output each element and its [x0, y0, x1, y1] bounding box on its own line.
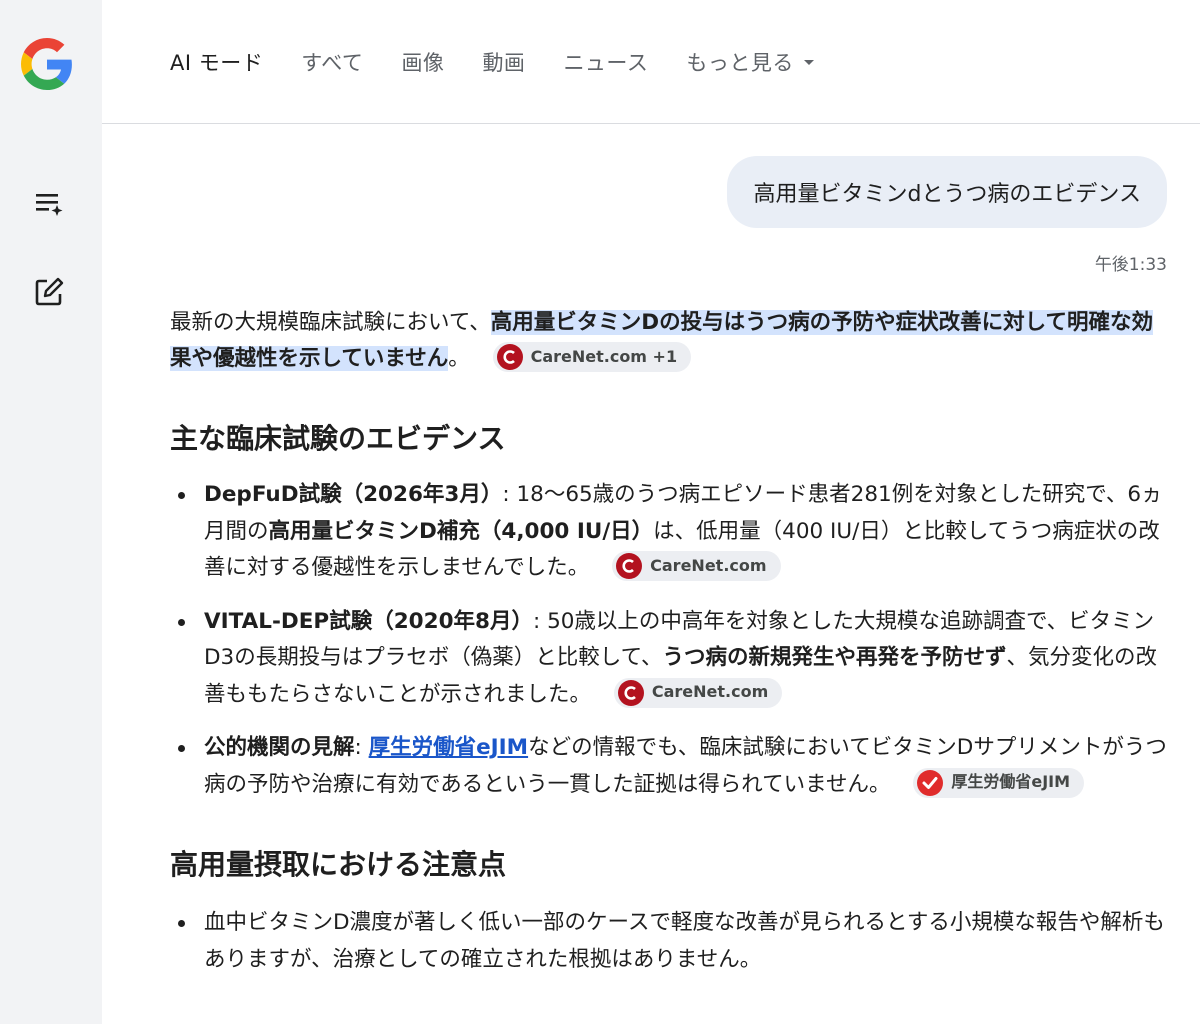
list-item: 公的機関の見解: 厚生労働省eJIMなどの情報でも、臨床試験においてビタミンDサ… [170, 730, 1170, 803]
tab-all[interactable]: すべて [301, 47, 363, 77]
scroll-fade [102, 984, 1200, 1024]
item-title: DepFuD試験（2026年3月） [204, 482, 503, 507]
carenet-icon [496, 344, 523, 370]
search-tabs: AI モード すべて 画像 動画 ニュース もっと見る [170, 47, 852, 77]
item-text: 血中ビタミンD濃度が著しく低い一部のケースで軽度な改善が見られるとする小規模な報… [204, 910, 1165, 972]
top-bar: AI モード すべて 画像 動画 ニュース もっと見る [102, 0, 1200, 124]
source-chip[interactable]: 厚生労働省eJIM [913, 767, 1085, 798]
tab-news[interactable]: ニュース [563, 47, 648, 77]
tab-more-label: もっと見る [686, 51, 794, 75]
source-chip-label: CareNet.com +1 [530, 347, 678, 366]
source-chip[interactable]: CareNet.com [612, 551, 781, 581]
tab-images[interactable]: 画像 [401, 47, 444, 77]
message-timestamp: 午後1:33 [1094, 255, 1167, 275]
carenet-icon [616, 553, 643, 579]
item-emphasis: うつ病の新規発生や再発を予防せず [662, 645, 1007, 670]
user-query-bubble: 高用量ビタミンdとうつ病のエビデンス [727, 156, 1167, 228]
source-chip[interactable]: CareNet.com [613, 677, 783, 708]
tab-ai-mode[interactable]: AI モード [170, 47, 263, 77]
list-item: VITAL-DEP試験（2020年8月）: 50歳以上の中高年を対象とした大規模… [170, 604, 1170, 714]
intro-text-end: 。 [448, 346, 470, 371]
list-item: DepFuD試験（2026年3月）: 18〜65歳のうつ病エピソード患者281例… [170, 477, 1170, 587]
list-item: 血中ビタミンD濃度が著しく低い一部のケースで軽度な改善が見られるとする小規模な報… [170, 905, 1170, 978]
intro-text: 最新の大規模臨床試験において、 [170, 310, 491, 335]
evidence-list: DepFuD試験（2026年3月）: 18〜65歳のうつ病エピソード患者281例… [170, 477, 1170, 803]
caret-down-icon [803, 59, 814, 65]
history-icon[interactable] [27, 181, 71, 225]
google-logo[interactable] [21, 38, 73, 90]
caution-list: 血中ビタミンD濃度が著しく低い一部のケースで軽度な改善が見られるとする小規模な報… [170, 905, 1170, 978]
left-rail [0, 0, 102, 1024]
source-chip-label: CareNet.com [650, 555, 767, 575]
section-heading: 主な臨床試験のエビデンス [170, 422, 506, 455]
intro-paragraph: 最新の大規模臨床試験において、高用量ビタミンDの投与はうつ病の予防や症状改善に対… [170, 305, 1170, 377]
item-title: VITAL-DEP試験（2020年8月） [204, 608, 533, 634]
ai-answer: 最新の大規模臨床試験において、高用量ビタミンDの投与はうつ病の予防や症状改善に対… [170, 305, 1170, 978]
checkmark-icon [917, 769, 944, 796]
tab-videos[interactable]: 動画 [482, 47, 525, 77]
item-title: 公的機関の見解 [204, 735, 355, 760]
source-chip[interactable]: CareNet.com +1 [492, 342, 692, 372]
tab-more[interactable]: もっと見る [686, 47, 814, 77]
new-chat-icon[interactable] [27, 270, 71, 314]
item-text: : [354, 735, 369, 760]
section-heading: 高用量摂取における注意点 [170, 848, 507, 881]
source-chip-label: CareNet.com [651, 682, 769, 702]
item-emphasis: 高用量ビタミンD補充（4,000 IU/日） [268, 518, 654, 544]
carenet-icon [617, 679, 644, 706]
ejim-link[interactable]: 厚生労働省eJIM [369, 735, 528, 760]
source-chip-label: 厚生労働省eJIM [951, 772, 1071, 792]
